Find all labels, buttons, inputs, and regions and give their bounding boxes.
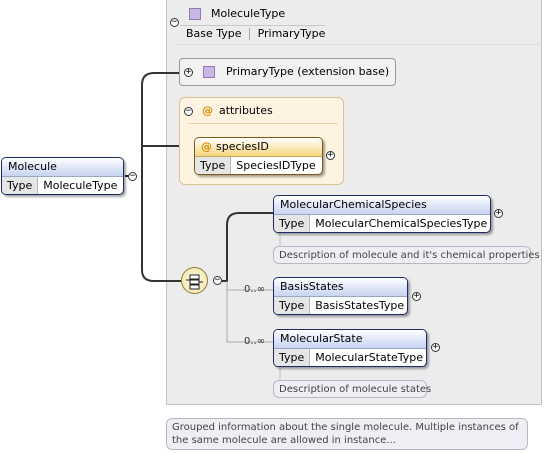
element-name: BasisStates — [274, 278, 407, 297]
base-type-value: PrimaryType — [257, 27, 326, 40]
attribute-name: speciesID — [216, 140, 269, 153]
expand-icon[interactable]: + — [326, 151, 335, 160]
attributes-title: attributes — [219, 104, 273, 117]
attribute-speciesID[interactable]: @ speciesID Type SpeciesIDType — [194, 137, 323, 175]
element-name: MolecularState — [274, 330, 426, 349]
root-element-molecule[interactable]: Molecule Type MoleculeType — [1, 157, 124, 195]
type-key: Type — [274, 349, 311, 366]
collapse-icon[interactable]: − — [170, 18, 179, 27]
divider — [175, 44, 540, 45]
expand-icon[interactable]: + — [184, 68, 193, 77]
expand-icon[interactable]: + — [431, 343, 440, 352]
expand-icon[interactable]: + — [494, 209, 503, 218]
element-name: Molecule — [2, 158, 123, 177]
expand-icon[interactable]: + — [412, 292, 421, 301]
base-type-row: Base Type PrimaryType — [186, 27, 325, 40]
base-type-key: Base Type — [186, 27, 242, 40]
collapse-icon[interactable]: − — [128, 172, 137, 181]
complex-type-name: MoleculeType — [211, 7, 286, 20]
multiplicity-label: 0..∞ — [244, 284, 266, 295]
element-documentation: Description of molecule and it's chemica… — [273, 246, 540, 264]
type-key: Type — [274, 215, 311, 232]
divider — [180, 25, 325, 26]
extension-label: PrimaryType (extension base) — [226, 65, 390, 78]
divider — [188, 123, 338, 124]
attribute-at-icon: @ — [202, 104, 213, 117]
complex-type-icon — [203, 66, 215, 78]
type-key: Type — [195, 157, 232, 174]
attribute-at-icon: @ — [201, 140, 212, 153]
type-value: SpeciesIDType — [236, 159, 316, 172]
element-name: MolecularChemicalSpecies — [274, 196, 490, 215]
sequence-icon[interactable] — [181, 267, 208, 294]
collapse-icon[interactable]: − — [184, 107, 193, 116]
type-key: Type — [2, 177, 39, 194]
type-value: MolecularChemicalSpeciesType — [315, 217, 488, 230]
type-value: MoleculeType — [43, 179, 118, 192]
sequence-glyph — [186, 274, 203, 290]
type-value: BasisStatesType — [315, 299, 405, 312]
collapse-icon[interactable]: − — [213, 276, 222, 285]
element-basis-states[interactable]: BasisStates Type BasisStatesType — [273, 277, 408, 315]
element-molecular-state[interactable]: MolecularState Type MolecularStateType — [273, 329, 427, 367]
root-doc-line: Grouped information about the single mol… — [172, 422, 519, 433]
multiplicity-label: 0..∞ — [244, 336, 266, 347]
type-value: MolecularStateType — [315, 351, 424, 364]
element-molecular-chemical-species[interactable]: MolecularChemicalSpecies Type MolecularC… — [273, 195, 491, 233]
root-documentation: Grouped information about the single mol… — [166, 418, 528, 450]
type-key: Type — [274, 297, 311, 314]
complex-type-icon — [189, 8, 201, 20]
element-documentation: Description of molecule states — [273, 380, 431, 398]
root-doc-line: the same molecule are allowed in instanc… — [172, 435, 396, 446]
